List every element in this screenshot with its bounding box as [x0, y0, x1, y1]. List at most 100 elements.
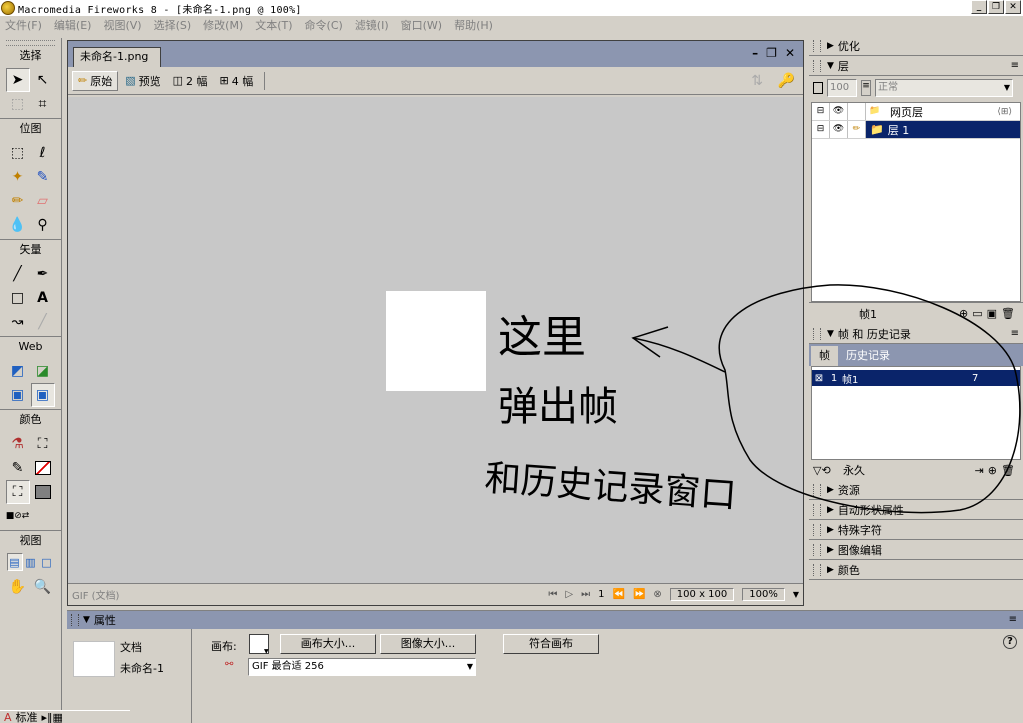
- subselect-tool-icon[interactable]: ↖: [31, 68, 55, 92]
- loop-icon[interactable]: ▽⟲: [813, 464, 831, 477]
- view-preview-button[interactable]: ▧ 预览: [120, 71, 165, 91]
- eye-icon[interactable]: 👁: [830, 103, 848, 120]
- freeform-tool-icon[interactable]: ↝: [6, 310, 30, 334]
- panel-special-chars[interactable]: ▶ 特殊字符: [809, 520, 1023, 540]
- eye-icon[interactable]: 👁: [830, 121, 848, 138]
- document-tab[interactable]: 未命名-1.png: [73, 47, 162, 67]
- menu-edit[interactable]: 编辑(E): [54, 17, 92, 33]
- canvas-color-dropdown-icon[interactable]: ▼: [264, 648, 269, 655]
- frame-row[interactable]: ⊠ 1 帧1 7: [812, 370, 1020, 386]
- zoom-tool-icon[interactable]: 🔍: [31, 575, 55, 599]
- panel-frames-history-header[interactable]: ▼ 帧 和 历史记录 ≡: [809, 324, 1023, 344]
- layer-row-web[interactable]: ⊟ 👁 📁 网页层 ⟨⊞⟩: [812, 103, 1020, 121]
- slice-tool-icon[interactable]: ◪: [31, 359, 55, 383]
- hide-slices-icon[interactable]: ▣: [6, 383, 30, 407]
- panel-colors[interactable]: ▶ 颜色: [809, 560, 1023, 580]
- properties-header[interactable]: ▼ 属性 ≡: [67, 611, 1023, 629]
- rectangle-tool-icon[interactable]: □: [6, 286, 30, 310]
- menu-modify[interactable]: 修改(M): [203, 17, 243, 33]
- stroke-color-swatch[interactable]: [31, 456, 55, 480]
- image-size-button[interactable]: 图像大小...: [380, 634, 476, 654]
- doc-close-icon[interactable]: ✕: [785, 46, 795, 60]
- optimize-preset-select[interactable]: GIF 最合适 256 ▼: [248, 658, 476, 676]
- fill-color-icon[interactable]: ⛶: [5, 480, 30, 504]
- blur-tool-icon[interactable]: 💧: [6, 213, 30, 237]
- next-frame-icon[interactable]: ⏩: [633, 589, 645, 600]
- frame-checkbox-icon[interactable]: ⊠: [812, 373, 826, 384]
- stroke-color-icon[interactable]: ✎: [6, 456, 30, 480]
- panel-optimize[interactable]: ▶ 优化: [809, 36, 1023, 56]
- taskbar-extra-icons[interactable]: ▸‖▦: [42, 711, 63, 723]
- brush-tool-icon[interactable]: ✎: [31, 165, 55, 189]
- tab-frames[interactable]: 帧: [811, 346, 838, 366]
- panel-assets[interactable]: ▶ 资源: [809, 480, 1023, 500]
- close-button[interactable]: ✕: [1005, 0, 1021, 14]
- edit-pencil-icon[interactable]: ✏: [848, 121, 866, 138]
- play-icon[interactable]: ▷: [565, 589, 573, 600]
- eraser-tool-icon[interactable]: ▱: [31, 189, 55, 213]
- hotspot-tool-icon[interactable]: ◩: [6, 359, 30, 383]
- frame-action-icons[interactable]: ⇥⊕🗑: [975, 464, 1019, 477]
- lock-icon[interactable]: [848, 103, 866, 120]
- loop-value[interactable]: 永久: [843, 462, 865, 478]
- panel-options-menu-icon[interactable]: ≡: [1011, 60, 1019, 71]
- fit-canvas-button[interactable]: 符合画布: [503, 634, 599, 654]
- panel-auto-shape[interactable]: ▶ 自动形状属性: [809, 500, 1023, 520]
- zoom-select[interactable]: 100%: [742, 588, 785, 601]
- panel-options-menu-icon[interactable]: ≡: [1011, 328, 1019, 339]
- menu-commands[interactable]: 命令(C): [305, 17, 343, 33]
- standard-screen-mode-icon[interactable]: ▤: [6, 553, 23, 571]
- doc-restore-icon[interactable]: ❐: [766, 46, 777, 60]
- lasso-tool-icon[interactable]: ℓ: [31, 141, 55, 165]
- new-layer-icons[interactable]: ⊕▭▣🗑: [959, 307, 1019, 320]
- pointer-tool-icon[interactable]: ➤: [5, 68, 30, 92]
- quick-export-icon[interactable]: ⇅: [751, 73, 763, 89]
- canvas-size-button[interactable]: 画布大小...: [280, 634, 376, 654]
- hand-tool-icon[interactable]: ✋: [6, 575, 30, 599]
- knife-tool-icon[interactable]: ╱: [31, 310, 55, 334]
- view-2up-button[interactable]: ◫ 2 幅: [168, 71, 213, 91]
- tab-history[interactable]: 历史记录: [838, 346, 898, 366]
- restore-button[interactable]: ❐: [988, 0, 1004, 14]
- view-4up-button[interactable]: ⊞ 4 幅: [215, 71, 259, 91]
- zoom-dropdown-icon[interactable]: ▼: [793, 590, 799, 599]
- doc-minimize-icon[interactable]: –: [752, 46, 758, 60]
- minimize-button[interactable]: _: [971, 0, 987, 14]
- pen-tool-icon[interactable]: ✒: [31, 262, 55, 286]
- menu-select[interactable]: 选择(S): [154, 17, 192, 33]
- layer-row-1[interactable]: ⊟ 👁 ✏ 📁 层 1: [812, 121, 1020, 139]
- rubber-stamp-tool-icon[interactable]: ⚲: [31, 213, 55, 237]
- full-screen-menu-mode-icon[interactable]: ▥: [23, 553, 39, 571]
- full-screen-mode-icon[interactable]: □: [39, 553, 55, 571]
- expand-icon[interactable]: ⊟: [812, 103, 830, 120]
- blend-mode-select[interactable]: 正常 ▼: [875, 79, 1013, 97]
- stop-icon[interactable]: ⊗: [653, 589, 661, 600]
- panel-options-menu-icon[interactable]: ≡: [1009, 614, 1017, 625]
- opacity-field[interactable]: 100: [827, 79, 857, 97]
- crop-tool-icon[interactable]: ⌗: [31, 92, 55, 116]
- show-slices-icon[interactable]: ▣: [30, 383, 55, 407]
- taskbar-label[interactable]: 标准: [16, 709, 38, 723]
- panel-layers-header[interactable]: ▼ 层 ≡: [809, 56, 1023, 76]
- first-frame-icon[interactable]: ⏮: [548, 589, 557, 600]
- artboard[interactable]: [386, 291, 486, 391]
- pencil-tool-icon[interactable]: ✏: [6, 189, 30, 213]
- key-icon[interactable]: 🔑: [778, 73, 795, 89]
- default-colors-icon[interactable]: ■⊘⇄: [6, 504, 30, 528]
- expand-icon[interactable]: ⊟: [812, 121, 830, 138]
- menu-file[interactable]: 文件(F): [5, 17, 42, 33]
- view-original-button[interactable]: ✏ 原始: [72, 70, 119, 91]
- magic-wand-tool-icon[interactable]: ✦: [6, 165, 30, 189]
- last-frame-icon[interactable]: ⏭: [581, 589, 590, 600]
- text-tool-icon[interactable]: A: [31, 286, 55, 310]
- eyedropper-tool-icon[interactable]: ⚗: [6, 432, 30, 456]
- prev-frame-icon[interactable]: ⏪: [613, 589, 625, 600]
- menu-window[interactable]: 窗口(W): [401, 17, 442, 33]
- marquee-tool-icon[interactable]: ⬚: [6, 141, 30, 165]
- scale-tool-icon[interactable]: ⬚: [6, 92, 30, 116]
- opacity-slider-icon[interactable]: ≡: [861, 80, 871, 96]
- fill-color-swatch[interactable]: [31, 480, 55, 504]
- panel-image-edit[interactable]: ▶ 图像编辑: [809, 540, 1023, 560]
- canvas-area[interactable]: [68, 97, 803, 584]
- menu-filters[interactable]: 滤镜(I): [355, 17, 389, 33]
